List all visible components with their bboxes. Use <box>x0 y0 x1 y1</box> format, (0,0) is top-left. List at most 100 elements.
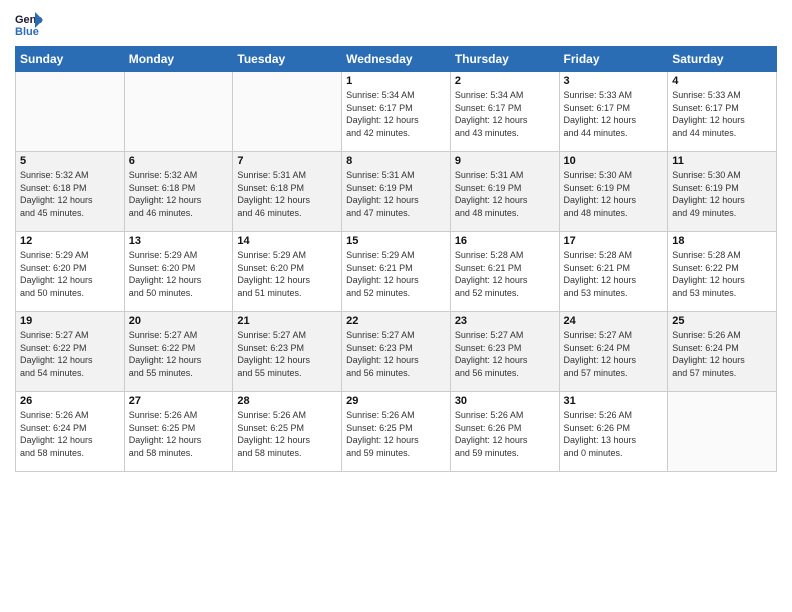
calendar-cell: 7 Sunrise: 5:31 AM Sunset: 6:18 PM Daylig… <box>233 152 342 232</box>
calendar-cell: 29Sunrise: 5:26 AM Sunset: 6:25 PM Dayli… <box>342 392 451 472</box>
calendar-cell: 21Sunrise: 5:27 AM Sunset: 6:23 PM Dayli… <box>233 312 342 392</box>
day-number: 8 <box>346 155 446 167</box>
day-number: 26 <box>20 395 120 407</box>
weekday-header: Saturday <box>668 47 777 72</box>
day-info: Sunrise: 5:34 AM Sunset: 6:17 PM Dayligh… <box>346 89 446 139</box>
calendar-cell: 6 Sunrise: 5:32 AM Sunset: 6:18 PM Daylig… <box>124 152 233 232</box>
day-info: Sunrise: 5:32 AM Sunset: 6:18 PM Dayligh… <box>20 169 120 219</box>
day-info: Sunrise: 5:26 AM Sunset: 6:24 PM Dayligh… <box>20 409 120 459</box>
calendar-cell: 13 Sunrise: 5:29 AM Sunset: 6:20 PM Dayli… <box>124 232 233 312</box>
weekday-header: Sunday <box>16 47 125 72</box>
calendar-cell: 28Sunrise: 5:26 AM Sunset: 6:25 PM Dayli… <box>233 392 342 472</box>
day-info: Sunrise: 5:31 AM Sunset: 6:18 PM Dayligh… <box>237 169 337 219</box>
day-number: 15 <box>346 235 446 247</box>
day-info: Sunrise: 5:31 AM Sunset: 6:19 PM Dayligh… <box>346 169 446 219</box>
day-number: 1 <box>346 75 446 87</box>
day-info: Sunrise: 5:30 AM Sunset: 6:19 PM Dayligh… <box>672 169 772 219</box>
day-number: 7 <box>237 155 337 167</box>
day-info: Sunrise: 5:28 AM Sunset: 6:22 PM Dayligh… <box>672 249 772 299</box>
day-info: Sunrise: 5:34 AM Sunset: 6:17 PM Dayligh… <box>455 89 555 139</box>
calendar-cell: 5 Sunrise: 5:32 AM Sunset: 6:18 PM Daylig… <box>16 152 125 232</box>
calendar-cell: 31 Sunrise: 5:26 AM Sunset: 6:26 PM Dayli… <box>559 392 668 472</box>
calendar-cell: 23 Sunrise: 5:27 AM Sunset: 6:23 PM Dayli… <box>450 312 559 392</box>
header: General Blue <box>15 10 777 38</box>
day-info: Sunrise: 5:33 AM Sunset: 6:17 PM Dayligh… <box>672 89 772 139</box>
day-info: Sunrise: 5:26 AM Sunset: 6:26 PM Dayligh… <box>564 409 664 459</box>
calendar-cell: 20 Sunrise: 5:27 AM Sunset: 6:22 PM Dayli… <box>124 312 233 392</box>
calendar-cell: 4 Sunrise: 5:33 AM Sunset: 6:17 PM Daylig… <box>668 72 777 152</box>
day-number: 3 <box>564 75 664 87</box>
day-number: 18 <box>672 235 772 247</box>
day-number: 27 <box>129 395 229 407</box>
day-number: 4 <box>672 75 772 87</box>
calendar-cell: 12 Sunrise: 5:29 AM Sunset: 6:20 PM Dayli… <box>16 232 125 312</box>
calendar-cell: 24 Sunrise: 5:27 AM Sunset: 6:24 PM Dayli… <box>559 312 668 392</box>
day-number: 2 <box>455 75 555 87</box>
logo: General Blue <box>15 10 43 38</box>
calendar-cell <box>668 392 777 472</box>
calendar-cell: 15 Sunrise: 5:29 AM Sunset: 6:21 PM Dayli… <box>342 232 451 312</box>
calendar-week-row: 12 Sunrise: 5:29 AM Sunset: 6:20 PM Dayli… <box>16 232 777 312</box>
calendar-week-row: 5 Sunrise: 5:32 AM Sunset: 6:18 PM Daylig… <box>16 152 777 232</box>
day-info: Sunrise: 5:29 AM Sunset: 6:21 PM Dayligh… <box>346 249 446 299</box>
calendar-cell: 30Sunrise: 5:26 AM Sunset: 6:26 PM Dayli… <box>450 392 559 472</box>
calendar-cell: 17Sunrise: 5:28 AM Sunset: 6:21 PM Dayli… <box>559 232 668 312</box>
calendar-cell: 16 Sunrise: 5:28 AM Sunset: 6:21 PM Dayli… <box>450 232 559 312</box>
calendar-table: SundayMondayTuesdayWednesdayThursdayFrid… <box>15 46 777 472</box>
day-info: Sunrise: 5:26 AM Sunset: 6:24 PM Dayligh… <box>672 329 772 379</box>
calendar-cell: 8 Sunrise: 5:31 AM Sunset: 6:19 PM Daylig… <box>342 152 451 232</box>
day-info: Sunrise: 5:27 AM Sunset: 6:23 PM Dayligh… <box>455 329 555 379</box>
calendar-cell: 27Sunrise: 5:26 AM Sunset: 6:25 PM Dayli… <box>124 392 233 472</box>
calendar-cell: 3Sunrise: 5:33 AM Sunset: 6:17 PM Daylig… <box>559 72 668 152</box>
calendar-week-row: 19Sunrise: 5:27 AM Sunset: 6:22 PM Dayli… <box>16 312 777 392</box>
day-info: Sunrise: 5:27 AM Sunset: 6:23 PM Dayligh… <box>346 329 446 379</box>
svg-text:Blue: Blue <box>15 26 39 38</box>
weekday-header: Friday <box>559 47 668 72</box>
calendar-week-row: 26 Sunrise: 5:26 AM Sunset: 6:24 PM Dayli… <box>16 392 777 472</box>
calendar-cell: 14Sunrise: 5:29 AM Sunset: 6:20 PM Dayli… <box>233 232 342 312</box>
day-info: Sunrise: 5:26 AM Sunset: 6:25 PM Dayligh… <box>237 409 337 459</box>
day-number: 9 <box>455 155 555 167</box>
calendar-cell: 11 Sunrise: 5:30 AM Sunset: 6:19 PM Dayli… <box>668 152 777 232</box>
day-number: 17 <box>564 235 664 247</box>
weekday-header-row: SundayMondayTuesdayWednesdayThursdayFrid… <box>16 47 777 72</box>
day-number: 23 <box>455 315 555 327</box>
day-number: 31 <box>564 395 664 407</box>
day-number: 12 <box>20 235 120 247</box>
calendar-cell: 18 Sunrise: 5:28 AM Sunset: 6:22 PM Dayli… <box>668 232 777 312</box>
calendar-week-row: 1 Sunrise: 5:34 AM Sunset: 6:17 PM Daylig… <box>16 72 777 152</box>
day-info: Sunrise: 5:27 AM Sunset: 6:22 PM Dayligh… <box>20 329 120 379</box>
calendar-cell: 2 Sunrise: 5:34 AM Sunset: 6:17 PM Daylig… <box>450 72 559 152</box>
day-number: 11 <box>672 155 772 167</box>
day-info: Sunrise: 5:27 AM Sunset: 6:24 PM Dayligh… <box>564 329 664 379</box>
day-info: Sunrise: 5:29 AM Sunset: 6:20 PM Dayligh… <box>129 249 229 299</box>
calendar-cell: 25 Sunrise: 5:26 AM Sunset: 6:24 PM Dayli… <box>668 312 777 392</box>
weekday-header: Monday <box>124 47 233 72</box>
day-number: 10 <box>564 155 664 167</box>
day-info: Sunrise: 5:29 AM Sunset: 6:20 PM Dayligh… <box>237 249 337 299</box>
day-info: Sunrise: 5:27 AM Sunset: 6:23 PM Dayligh… <box>237 329 337 379</box>
weekday-header: Tuesday <box>233 47 342 72</box>
day-number: 16 <box>455 235 555 247</box>
day-number: 5 <box>20 155 120 167</box>
calendar-cell: 10 Sunrise: 5:30 AM Sunset: 6:19 PM Dayli… <box>559 152 668 232</box>
day-number: 29 <box>346 395 446 407</box>
calendar-cell: 22 Sunrise: 5:27 AM Sunset: 6:23 PM Dayli… <box>342 312 451 392</box>
calendar-cell: 19Sunrise: 5:27 AM Sunset: 6:22 PM Dayli… <box>16 312 125 392</box>
calendar-cell: 9Sunrise: 5:31 AM Sunset: 6:19 PM Daylig… <box>450 152 559 232</box>
day-info: Sunrise: 5:32 AM Sunset: 6:18 PM Dayligh… <box>129 169 229 219</box>
calendar-cell <box>233 72 342 152</box>
day-number: 25 <box>672 315 772 327</box>
day-number: 30 <box>455 395 555 407</box>
calendar-cell <box>16 72 125 152</box>
day-number: 6 <box>129 155 229 167</box>
day-number: 22 <box>346 315 446 327</box>
day-info: Sunrise: 5:30 AM Sunset: 6:19 PM Dayligh… <box>564 169 664 219</box>
day-info: Sunrise: 5:28 AM Sunset: 6:21 PM Dayligh… <box>455 249 555 299</box>
day-number: 13 <box>129 235 229 247</box>
day-number: 24 <box>564 315 664 327</box>
day-info: Sunrise: 5:27 AM Sunset: 6:22 PM Dayligh… <box>129 329 229 379</box>
logo-icon: General Blue <box>15 10 43 38</box>
day-number: 20 <box>129 315 229 327</box>
day-info: Sunrise: 5:29 AM Sunset: 6:20 PM Dayligh… <box>20 249 120 299</box>
